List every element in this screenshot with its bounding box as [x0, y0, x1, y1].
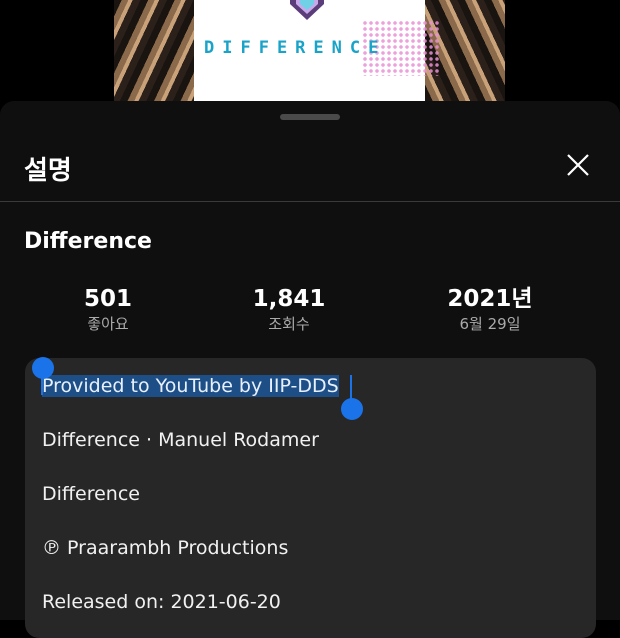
divider: [0, 201, 620, 202]
description-line[interactable]: Released on: 2021-06-20: [42, 591, 281, 613]
logo-text: DIFFERENCE: [204, 38, 387, 58]
likes-count: 501: [83, 286, 132, 312]
close-icon[interactable]: [562, 149, 594, 181]
publish-year: 2021년: [447, 286, 533, 312]
selection-end-handle[interactable]: [341, 398, 363, 420]
description-line[interactable]: Difference: [42, 483, 140, 505]
video-player[interactable]: DIFFERENCE: [0, 0, 620, 101]
publish-date: 6월 29일: [459, 315, 521, 333]
sheet-title: 설명: [24, 156, 72, 186]
selection-start-handle[interactable]: [32, 357, 54, 379]
stat-views: 1,841 조회수: [214, 285, 364, 335]
selected-text[interactable]: Provided to YouTube by IIP-DDS: [42, 375, 339, 397]
logo-gem-icon: [290, 0, 324, 20]
description-line[interactable]: ℗ Praarambh Productions: [42, 537, 288, 559]
description-line[interactable]: Provided to YouTube by IIP-DDS: [42, 375, 339, 397]
stat-likes: 501 좋아요: [33, 285, 183, 335]
tiger-stripes-left: [114, 0, 194, 101]
description-sheet: 설명 Difference 501 좋아요 1,841 조회수 2021년 6월…: [0, 101, 620, 638]
likes-label: 좋아요: [87, 315, 129, 333]
drag-handle[interactable]: [280, 114, 340, 120]
video-thumbnail: DIFFERENCE: [114, 0, 505, 101]
stat-date: 2021년 6월 29일: [415, 285, 565, 335]
video-title: Difference: [24, 229, 152, 254]
description-line[interactable]: Difference · Manuel Rodamer: [42, 429, 319, 451]
views-count: 1,841: [252, 286, 326, 312]
views-label: 조회수: [268, 315, 310, 333]
